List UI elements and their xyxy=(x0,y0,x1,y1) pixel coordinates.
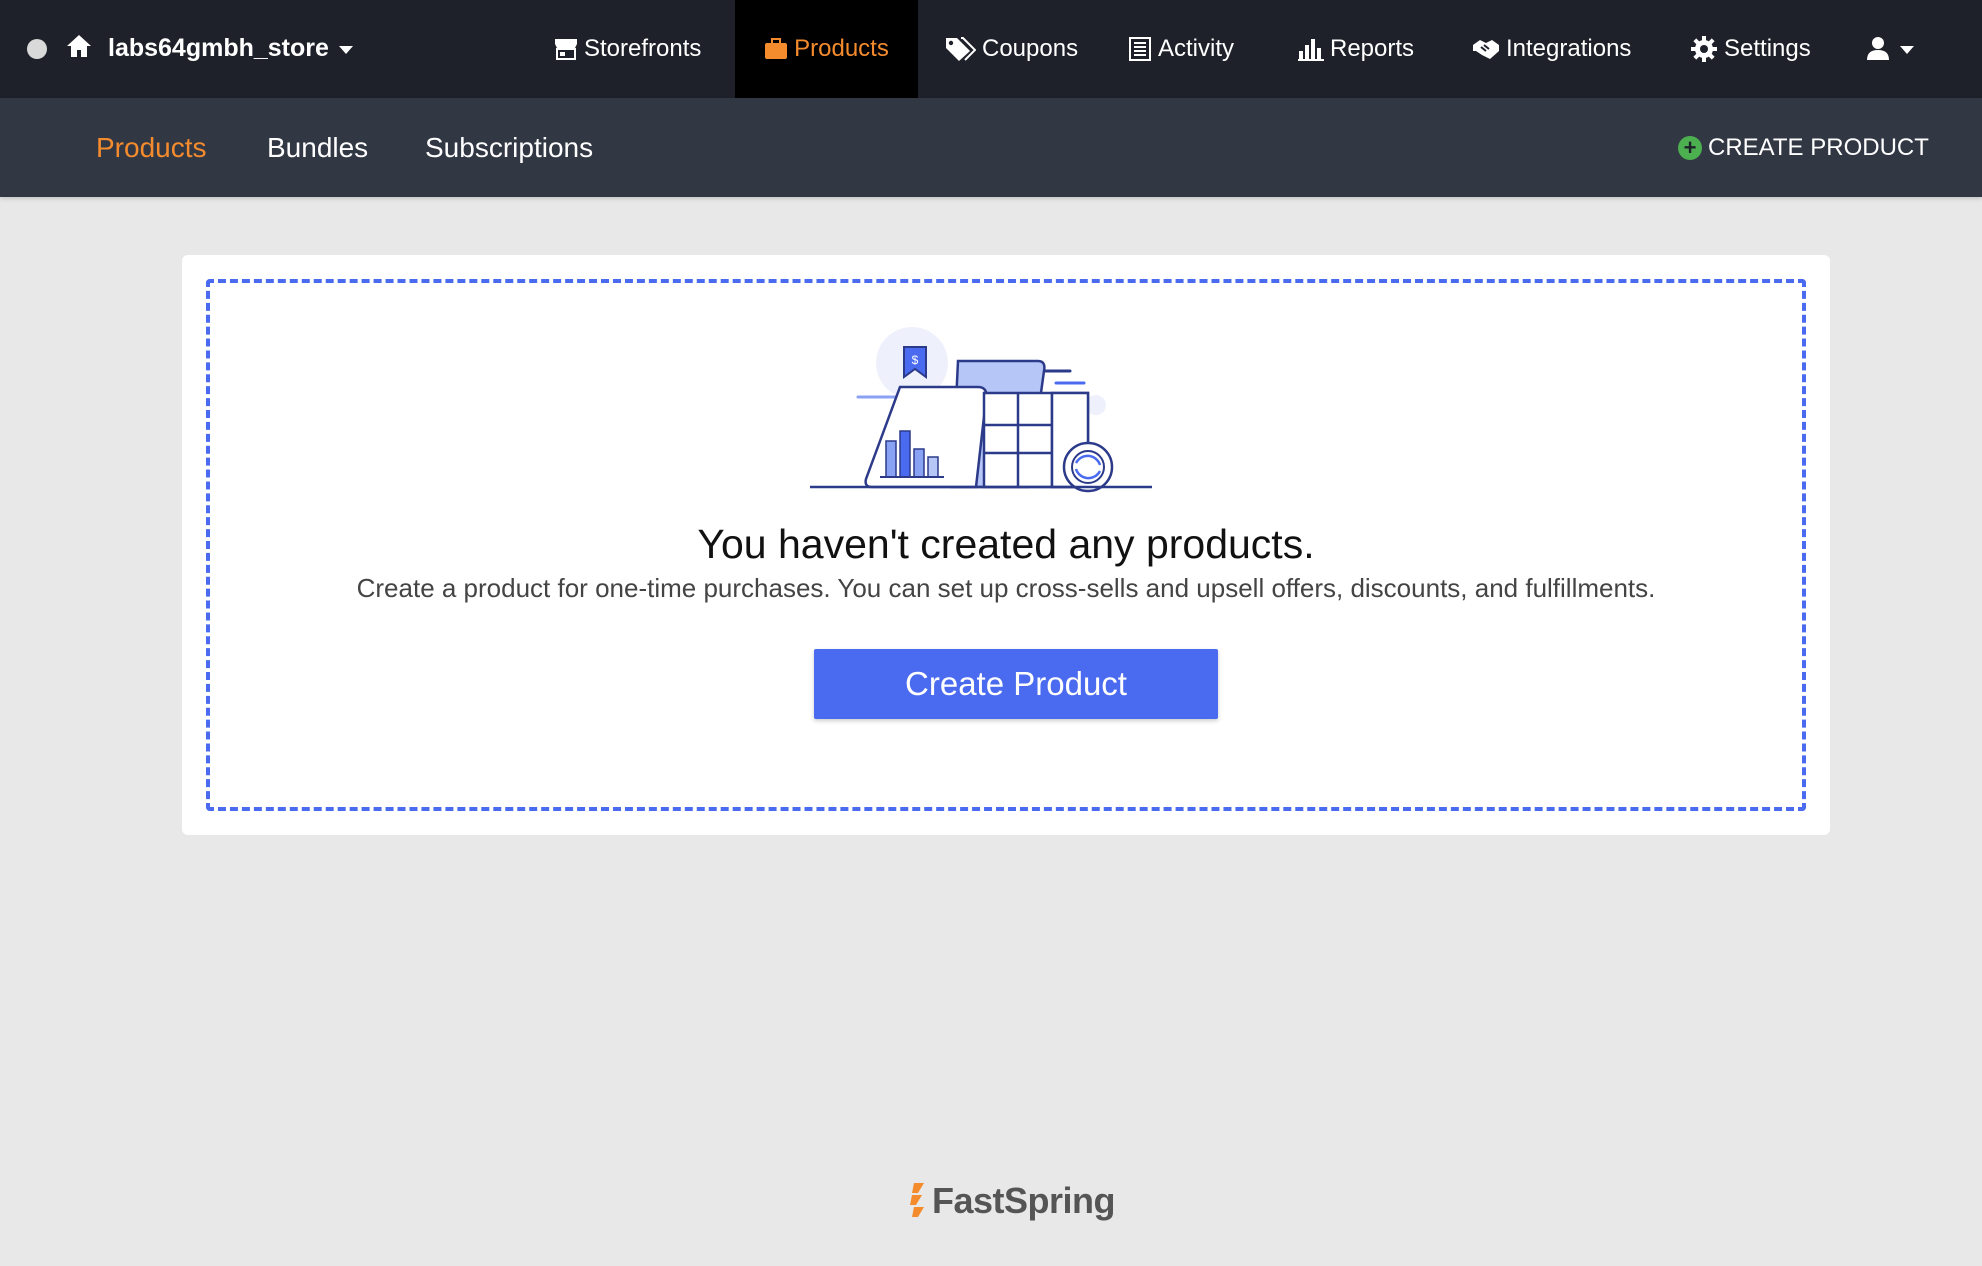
store-name: labs64gmbh_store xyxy=(108,33,329,62)
tab-label-subscriptions: Subscriptions xyxy=(425,131,594,163)
fastspring-logo-text: FastSpring xyxy=(932,1180,1116,1221)
tab-subscriptions[interactable]: Subscriptions xyxy=(425,98,593,197)
tab-bundles[interactable]: Bundles xyxy=(267,98,368,197)
storefront-icon xyxy=(555,39,577,60)
home-icon[interactable] xyxy=(65,32,93,60)
nav-label-storefronts: Storefronts xyxy=(584,35,702,62)
nav-products[interactable]: Products xyxy=(735,0,918,98)
chevron-down-icon xyxy=(1900,45,1914,54)
create-product-link[interactable]: + CREATE PRODUCT xyxy=(1678,98,1929,197)
bar-chart-icon xyxy=(1298,39,1324,61)
nav-label-reports: Reports xyxy=(1330,35,1415,62)
nav-label-coupons: Coupons xyxy=(982,35,1079,62)
user-icon xyxy=(1867,37,1889,60)
nav-label-settings: Settings xyxy=(1724,35,1811,62)
status-indicator xyxy=(27,39,47,59)
briefcase-icon xyxy=(765,38,788,59)
top-navbar: labs64gmbh_store Storefronts Products Co… xyxy=(0,0,1982,98)
handshake-icon xyxy=(1473,40,1499,59)
create-product-button[interactable]: Create Product xyxy=(814,649,1218,719)
empty-state-dropzone: $ You haven't created any products. Crea… xyxy=(206,279,1806,811)
tab-label-bundles: Bundles xyxy=(267,131,369,163)
nav-integrations[interactable]: Integrations xyxy=(1472,0,1631,98)
fastspring-logo: FastSpring xyxy=(908,1180,1116,1222)
create-product-link-label: CREATE PRODUCT xyxy=(1708,133,1929,161)
nav-activity[interactable]: Activity xyxy=(1128,0,1234,98)
nav-storefronts[interactable]: Storefronts xyxy=(554,0,701,98)
tab-products[interactable]: Products xyxy=(96,98,207,197)
fastspring-logo-icon xyxy=(910,1183,924,1217)
user-menu[interactable] xyxy=(1866,30,1914,66)
tags-icon xyxy=(946,37,976,61)
list-icon xyxy=(1129,37,1151,61)
empty-state-description: Create a product for one-time purchases.… xyxy=(356,573,1656,603)
tab-label-products: Products xyxy=(96,131,207,163)
store-selector[interactable]: labs64gmbh_store xyxy=(108,30,353,66)
nav-label-integrations: Integrations xyxy=(1506,35,1632,62)
gear-icon xyxy=(1691,36,1717,62)
sub-navbar: Products Bundles Subscriptions + CREATE … xyxy=(0,98,1982,197)
chevron-down-icon xyxy=(338,45,353,54)
empty-state-card: $ You haven't created any products. Crea… xyxy=(182,255,1830,835)
plus-circle-icon: + xyxy=(1678,135,1702,160)
empty-state-title: You haven't created any products. xyxy=(697,521,1315,567)
svg-text:$: $ xyxy=(912,353,919,367)
nav-coupons[interactable]: Coupons xyxy=(944,0,1078,98)
nav-reports[interactable]: Reports xyxy=(1298,0,1414,98)
products-illustration: $ xyxy=(810,327,1152,493)
nav-label-activity: Activity xyxy=(1158,35,1235,62)
nav-label-products: Products xyxy=(794,35,889,62)
nav-settings[interactable]: Settings xyxy=(1690,0,1811,98)
